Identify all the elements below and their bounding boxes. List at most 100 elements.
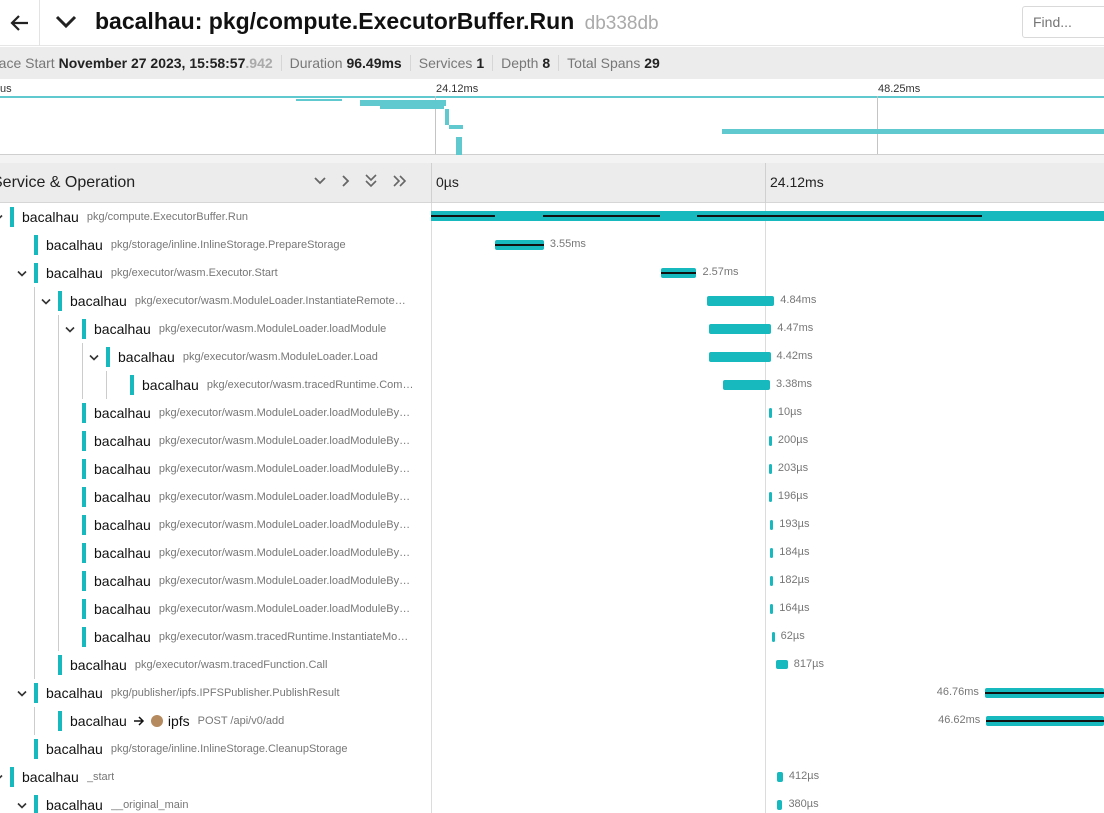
- span-bar[interactable]: [770, 576, 774, 586]
- expand-one-icon[interactable]: [339, 174, 353, 193]
- span-name-cell[interactable]: bacalhau pkg/storage/inline.InlineStorage…: [16, 735, 348, 763]
- span-name-cell[interactable]: bacalhau pkg/publisher/ipfs.IPFSPublisher…: [16, 679, 340, 707]
- service-name: bacalhau: [70, 713, 127, 729]
- column-resizer[interactable]: [431, 163, 432, 203]
- collapse-one-icon[interactable]: [313, 174, 327, 193]
- span-row[interactable]: bacalhau pkg/executor/wasm.ModuleLoader.l…: [0, 455, 1104, 483]
- span-name-cell[interactable]: bacalhau pkg/executor/wasm.ModuleLoader.l…: [64, 483, 410, 511]
- span-row[interactable]: bacalhau pkg/executor/wasm.ModuleLoader.l…: [0, 511, 1104, 539]
- span-name-cell[interactable]: bacalhau pkg/executor/wasm.ModuleLoader.l…: [64, 511, 410, 539]
- span-name-cell[interactable]: bacalhau pkg/executor/wasm.ModuleLoader.l…: [64, 315, 386, 343]
- minimap-tick-1: 24.12ms: [436, 83, 479, 95]
- span-bar[interactable]: [770, 548, 774, 558]
- span-row[interactable]: bacalhau pkg/executor/wasm.ModuleLoader.l…: [0, 399, 1104, 427]
- minimap-tick-line: [877, 96, 878, 154]
- span-name-cell[interactable]: bacalhau pkg/executor/wasm.Executor.Start: [16, 259, 278, 287]
- span-name-cell[interactable]: bacalhau _start: [0, 763, 114, 791]
- chevron-down-icon[interactable]: [16, 798, 28, 813]
- span-bar[interactable]: [768, 436, 772, 446]
- span-name-cell[interactable]: bacalhau pkg/executor/wasm.tracedRuntime.…: [112, 371, 413, 399]
- chevron-down-icon[interactable]: [16, 266, 28, 281]
- minimap-span: [449, 125, 463, 129]
- span-row[interactable]: bacalhau pkg/executor/wasm.tracedRuntime.…: [0, 623, 1104, 651]
- span-bar[interactable]: [770, 520, 774, 530]
- span-row[interactable]: bacalhau __original_main 380µs: [0, 791, 1104, 813]
- span-bar[interactable]: [986, 716, 1104, 726]
- chevron-down-icon[interactable]: [0, 770, 4, 785]
- span-row[interactable]: bacalhau pkg/storage/inline.InlineStorage…: [0, 735, 1104, 763]
- chevron-down-icon[interactable]: [88, 350, 100, 365]
- chevron-down-icon[interactable]: [0, 210, 4, 225]
- operation-name: pkg/storage/inline.InlineStorage.Cleanup…: [110, 743, 348, 755]
- span-bar[interactable]: [776, 660, 788, 669]
- span-row[interactable]: bacalhau pkg/executor/wasm.ModuleLoader.l…: [0, 567, 1104, 595]
- span-name-cell[interactable]: bacalhau pkg/executor/wasm.tracedFunction…: [40, 651, 327, 679]
- span-name-cell[interactable]: bacalhau pkg/executor/wasm.ModuleLoader.l…: [64, 427, 410, 455]
- span-row[interactable]: bacalhau pkg/executor/wasm.ModuleLoader.l…: [0, 427, 1104, 455]
- span-bar[interactable]: [984, 688, 1104, 698]
- span-row[interactable]: bacalhau pkg/executor/wasm.ModuleLoader.I…: [0, 287, 1104, 315]
- span-duration: 184µs: [779, 546, 810, 558]
- span-row[interactable]: bacalhau pkg/executor/wasm.Executor.Start…: [0, 259, 1104, 287]
- span-name-cell[interactable]: bacalhau pkg/executor/wasm.ModuleLoader.l…: [64, 539, 410, 567]
- span-row[interactable]: bacalhau pkg/executor/wasm.tracedRuntime.…: [0, 371, 1104, 399]
- span-bar[interactable]: [709, 352, 771, 362]
- span-bar[interactable]: [723, 380, 770, 390]
- span-row[interactable]: bacalhau pkg/compute.ExecutorBuffer.Run: [0, 203, 1104, 231]
- span-bar[interactable]: [494, 240, 544, 250]
- span-name-cell[interactable]: bacalhau ipfs POST /api/v0/add: [40, 707, 284, 735]
- service-color-bar: [82, 515, 86, 535]
- span-name-cell[interactable]: bacalhau pkg/executor/wasm.ModuleLoader.I…: [40, 287, 406, 315]
- span-row[interactable]: bacalhau pkg/executor/wasm.ModuleLoader.l…: [0, 483, 1104, 511]
- span-bar[interactable]: [660, 268, 697, 278]
- span-bar[interactable]: [709, 324, 772, 334]
- meta-depth: Depth 8: [493, 55, 560, 71]
- span-bar[interactable]: [771, 632, 775, 642]
- span-row[interactable]: bacalhau pkg/storage/inline.InlineStorage…: [0, 231, 1104, 259]
- collapse-header-button[interactable]: [54, 6, 80, 38]
- span-name-cell[interactable]: bacalhau pkg/compute.ExecutorBuffer.Run: [0, 203, 248, 231]
- service-color-bar: [34, 235, 38, 255]
- span-bar[interactable]: [768, 464, 772, 474]
- collapse-all-icon[interactable]: [364, 174, 378, 193]
- find-input[interactable]: [1022, 6, 1104, 38]
- trace-minimap[interactable]: us 24.12ms 48.25ms: [0, 79, 1104, 155]
- span-name-cell[interactable]: bacalhau pkg/executor/wasm.ModuleLoader.l…: [64, 595, 410, 623]
- span-name-cell[interactable]: bacalhau pkg/executor/wasm.tracedRuntime.…: [64, 623, 408, 651]
- chevron-down-icon[interactable]: [64, 322, 76, 337]
- span-row[interactable]: bacalhau pkg/executor/wasm.ModuleLoader.L…: [0, 343, 1104, 371]
- chevron-down-icon[interactable]: [16, 686, 28, 701]
- span-bar[interactable]: [768, 408, 772, 418]
- operation-name: pkg/publisher/ipfs.IPFSPublisher.Publish…: [110, 687, 340, 699]
- span-bar[interactable]: [707, 296, 775, 306]
- span-name-cell[interactable]: bacalhau __original_main: [16, 791, 189, 813]
- minimap-tick-0: us: [0, 83, 12, 95]
- span-bar[interactable]: [431, 211, 1104, 221]
- span-row[interactable]: bacalhau pkg/executor/wasm.tracedFunction…: [0, 651, 1104, 679]
- span-bar[interactable]: [770, 604, 774, 614]
- span-row[interactable]: bacalhau pkg/executor/wasm.ModuleLoader.l…: [0, 315, 1104, 343]
- service-name: bacalhau: [46, 741, 103, 757]
- expand-all-icon[interactable]: [392, 174, 408, 193]
- span-row[interactable]: bacalhau ipfs POST /api/v0/add 46.62ms: [0, 707, 1104, 735]
- span-row[interactable]: bacalhau _start 412µs: [0, 763, 1104, 791]
- span-name-cell[interactable]: bacalhau pkg/executor/wasm.ModuleLoader.l…: [64, 455, 410, 483]
- span-row[interactable]: bacalhau pkg/executor/wasm.ModuleLoader.l…: [0, 539, 1104, 567]
- span-name-cell[interactable]: bacalhau pkg/executor/wasm.ModuleLoader.l…: [64, 567, 410, 595]
- chevron-down-icon[interactable]: [40, 294, 52, 309]
- span-duration: 62µs: [780, 630, 805, 642]
- span-bar[interactable]: [777, 800, 783, 810]
- span-bar[interactable]: [768, 492, 772, 502]
- span-name-cell[interactable]: bacalhau pkg/executor/wasm.ModuleLoader.l…: [64, 399, 410, 427]
- back-button[interactable]: [0, 0, 40, 46]
- span-name-cell[interactable]: bacalhau pkg/executor/wasm.ModuleLoader.L…: [88, 343, 378, 371]
- span-name-cell[interactable]: bacalhau pkg/storage/inline.InlineStorage…: [16, 231, 346, 259]
- span-row[interactable]: bacalhau pkg/publisher/ipfs.IPFSPublisher…: [0, 679, 1104, 707]
- meta-duration: Duration 96.49ms: [282, 55, 411, 71]
- minimap-span: [722, 132, 1104, 134]
- span-bar[interactable]: [777, 772, 783, 782]
- service-color-bar: [10, 207, 14, 227]
- service-color-bar: [82, 543, 86, 563]
- span-row[interactable]: bacalhau pkg/executor/wasm.ModuleLoader.l…: [0, 595, 1104, 623]
- minimap-tick-2: 48.25ms: [878, 83, 921, 95]
